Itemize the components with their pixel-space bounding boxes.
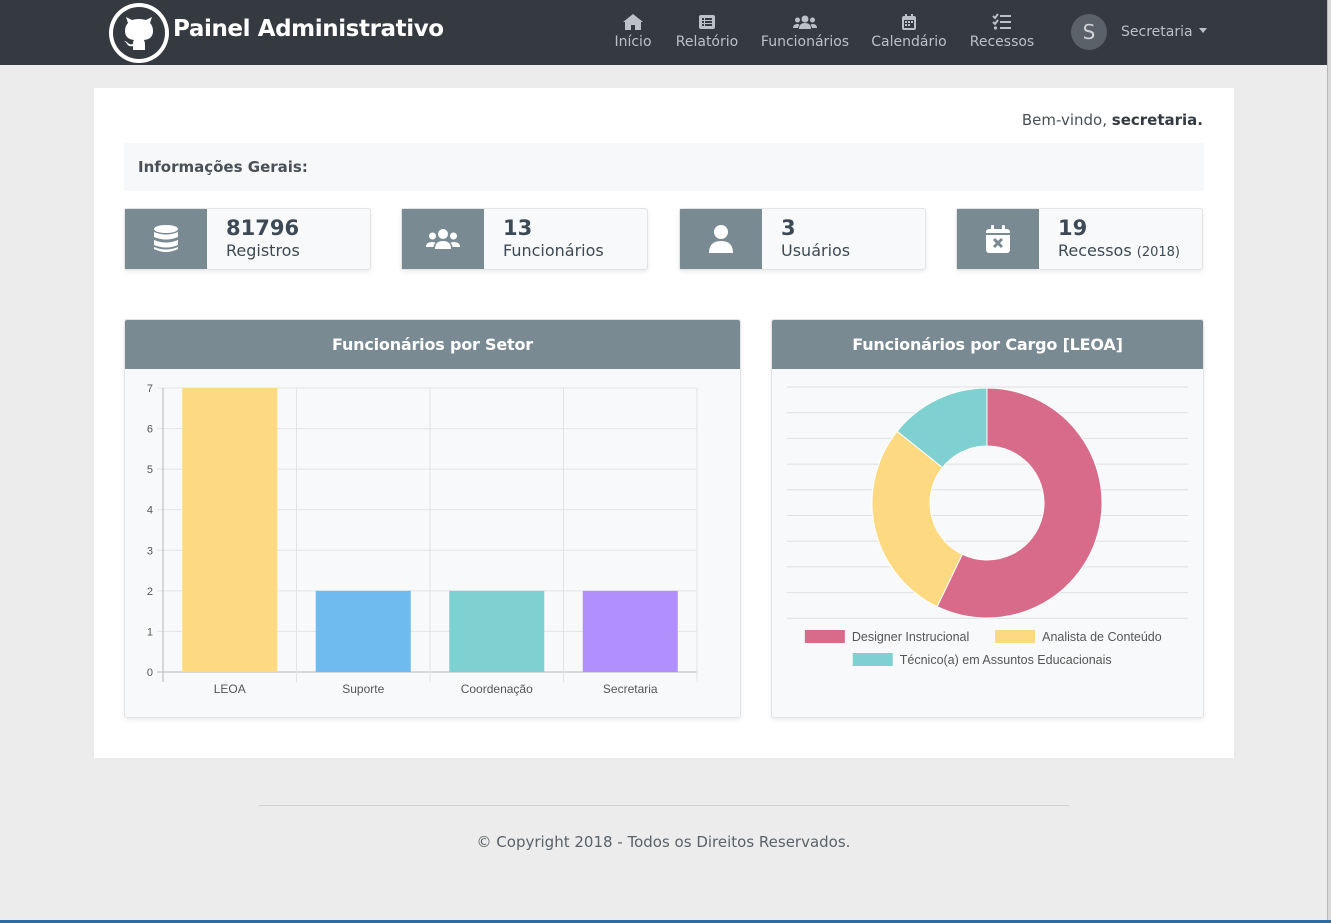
legend-swatch xyxy=(804,630,845,643)
nav-relatorio[interactable]: Relatório xyxy=(674,12,740,56)
chart-title: Funcionários por Setor xyxy=(125,320,740,369)
y-tick-label: 7 xyxy=(147,383,153,395)
doughnut-chart: Designer Instrucional Analista de Conteúd… xyxy=(787,386,1188,667)
bar-suporte[interactable] xyxy=(315,590,411,672)
bar-chart: 0 1 2 3 4 5 6 7 LEOA Suporte Coordenação Secretaria xyxy=(147,383,698,696)
bar-secretaria[interactable] xyxy=(582,590,678,672)
stat-label: Funcionários xyxy=(503,241,604,260)
users-icon xyxy=(402,209,484,269)
bar-leoa[interactable] xyxy=(182,388,278,672)
nav-label: Recessos xyxy=(969,34,1035,50)
user-menu-dropdown[interactable]: Secretaria xyxy=(1121,24,1207,40)
stat-card-usuarios: 3 Usuários xyxy=(679,208,926,270)
database-icon xyxy=(125,209,207,269)
chart-card-cargo: Funcionários por Cargo [LEOA] Designer I… xyxy=(771,319,1204,718)
x-tick-label: LEOA xyxy=(214,682,246,696)
user-icon xyxy=(680,209,762,269)
stat-value: 19 xyxy=(1058,216,1088,240)
calendar-icon xyxy=(902,14,916,30)
brand-title[interactable]: Painel Administrativo xyxy=(173,16,444,42)
nav-funcionarios[interactable]: Funcionários xyxy=(760,12,850,56)
nav-label: Relatório xyxy=(675,34,739,50)
avatar[interactable]: S xyxy=(1071,14,1107,50)
stat-card-funcionarios: 13 Funcionários xyxy=(401,208,648,270)
nav-label: Funcionários xyxy=(760,34,850,50)
y-tick-label: 2 xyxy=(147,586,153,598)
nav-inicio[interactable]: Início xyxy=(612,12,654,56)
footer-copyright: © Copyright 2018 - Todos os Direitos Res… xyxy=(476,833,851,851)
navbar: Painel Administrativo Início Relatório F… xyxy=(0,0,1327,65)
stat-label-text: Recessos xyxy=(1058,241,1132,260)
legend-label: Analista de Conteúdo xyxy=(1042,630,1162,644)
welcome-user: secretaria. xyxy=(1111,111,1203,129)
stat-value: 13 xyxy=(503,216,533,240)
nav-label: Calendário xyxy=(871,34,947,50)
home-icon xyxy=(623,14,643,30)
calendar-x-icon xyxy=(957,209,1039,269)
legend-swatch xyxy=(995,630,1036,643)
y-tick-label: 3 xyxy=(147,545,153,557)
x-tick-label: Suporte xyxy=(342,682,384,696)
x-tick-label: Secretaria xyxy=(603,682,658,696)
y-tick-label: 1 xyxy=(147,626,153,638)
user-menu-label: Secretaria xyxy=(1121,24,1193,40)
x-tick-label: Coordenação xyxy=(461,682,533,696)
stat-label: Usuários xyxy=(781,241,851,260)
caret-down-icon xyxy=(1198,28,1207,33)
y-tick-label: 0 xyxy=(147,667,153,679)
nav-calendario[interactable]: Calendário xyxy=(870,12,948,56)
nav-label: Início xyxy=(614,34,652,50)
bar-coordenação[interactable] xyxy=(449,590,545,672)
y-tick-label: 4 xyxy=(147,505,153,517)
stat-value: 81796 xyxy=(226,216,300,240)
chart-card-setor: Funcionários por Setor 0 1 2 3 4 5 6 7 LEOA Supor… xyxy=(124,319,741,718)
github-logo-icon[interactable] xyxy=(109,3,169,63)
y-tick-label: 6 xyxy=(147,424,153,436)
legend-label: Designer Instrucional xyxy=(852,630,969,644)
legend-swatch xyxy=(852,653,893,666)
checklist-icon xyxy=(992,13,1011,30)
welcome-prefix: Bem-vindo, xyxy=(1021,111,1112,129)
stat-card-registros: 81796 Registros xyxy=(124,208,371,270)
legend-label: Técnico(a) em Assuntos Educacionais xyxy=(900,653,1112,667)
list-icon xyxy=(699,15,715,29)
y-tick-label: 5 xyxy=(147,464,153,476)
stat-label: Recessos (2018) xyxy=(1058,241,1180,260)
main-panel: Bem-vindo, secretaria. Informações Gerai… xyxy=(94,88,1234,758)
stat-label: Registros xyxy=(226,241,300,260)
nav-recessos[interactable]: Recessos xyxy=(968,12,1036,56)
info-section-title: Informações Gerais: xyxy=(124,143,1204,191)
window-edge xyxy=(1327,0,1331,923)
chart-title: Funcionários por Cargo [LEOA] xyxy=(772,320,1203,369)
stat-label-suffix: (2018) xyxy=(1136,245,1181,260)
footer-divider xyxy=(259,805,1069,806)
stat-card-recessos: 19 Recessos (2018) xyxy=(956,208,1203,270)
info-title: Informações Gerais: xyxy=(138,158,308,176)
welcome-message: Bem-vindo, secretaria. xyxy=(1022,111,1203,129)
stat-value: 3 xyxy=(781,216,796,240)
users-icon xyxy=(793,15,817,29)
